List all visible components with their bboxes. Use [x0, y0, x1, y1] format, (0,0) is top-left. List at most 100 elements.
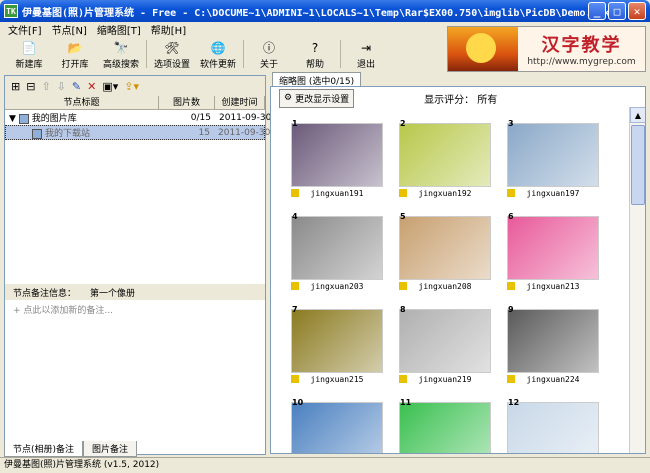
thumbnail-caption: jingxuan197: [526, 189, 580, 198]
tools-icon: 🛠: [164, 40, 180, 55]
thumbnail-caption: jingxuan215: [310, 375, 364, 384]
thumbnail-caption: jingxuan208: [418, 282, 472, 291]
logo-title: 汉字教学: [541, 35, 622, 56]
thumbnail-image[interactable]: [291, 216, 383, 280]
move-up-icon[interactable]: ⇧: [41, 80, 50, 93]
note-value: 第一个像册: [90, 288, 136, 299]
thumbnail-number: 3: [508, 119, 514, 128]
logo-url: http://www.mygrep.com: [527, 57, 636, 67]
help-button[interactable]: ? 帮助: [292, 37, 338, 71]
thumbnail-item[interactable]: 7 jingxuan215: [285, 303, 389, 391]
thumbnail-panel: ⚙ 更改显示设置 显示评分： 所有 1 jingxuan191 2 jingxuan19…: [270, 86, 646, 454]
help-icon: ?: [311, 40, 319, 55]
thumbnail-number: 11: [400, 398, 412, 407]
thumbnail-image[interactable]: [507, 123, 599, 187]
scroll-up-icon[interactable]: ▲: [630, 107, 645, 123]
thumbnail-number: 9: [508, 305, 514, 314]
expand-icon[interactable]: ⊞: [11, 80, 20, 93]
exit-icon: ⇥: [360, 40, 372, 55]
menu-thumbnail[interactable]: 缩略图[T]: [97, 22, 141, 37]
thumbnail-image[interactable]: [291, 402, 383, 453]
binoculars-icon: 🔭: [113, 40, 129, 55]
thumbnail-item[interactable]: 4 jingxuan203: [285, 210, 389, 298]
thumbnail-number: 2: [400, 119, 406, 128]
note-header: 节点备注信息： 第一个像册: [5, 284, 265, 300]
tab-node-note[interactable]: 节点(相册)备注: [4, 441, 84, 457]
update-button[interactable]: 🌐 软件更新: [195, 37, 241, 71]
advanced-search-button[interactable]: 🔭 高级搜索: [98, 37, 144, 71]
thumbnail-item[interactable]: 3 jingxuan197: [501, 117, 605, 205]
thumbnail-number: 6: [508, 212, 514, 221]
thumbnail-number: 4: [292, 212, 298, 221]
new-file-icon: 📄: [21, 40, 37, 55]
thumbnail-image[interactable]: [399, 216, 491, 280]
thumbnail-item[interactable]: 2 jingxuan192: [393, 117, 497, 205]
options-button[interactable]: 🛠 选项设置: [149, 37, 195, 71]
exit-button[interactable]: ⇥ 退出: [343, 37, 389, 71]
display-rating: 显示评分： 所有: [424, 94, 498, 106]
globe-icon: 🌐: [210, 40, 226, 55]
node-panel: ⊞ ⊟ ⇧ ⇩ ✎ ✕ ▣▾ ⇪▾ 节点标题 图片数 创建时间 ▼ 我的图片库 …: [4, 75, 271, 455]
new-library-button[interactable]: 📄 新建库: [6, 37, 52, 71]
library-icon: [18, 113, 29, 124]
thumbnail-image[interactable]: [291, 309, 383, 373]
thumbnail-caption: jingxuan191: [310, 189, 364, 198]
col-count[interactable]: 图片数: [159, 96, 215, 109]
add-note-field[interactable]: + 点此以添加新的备注...: [5, 300, 265, 319]
status-bar: 伊曼基图(照)片管理系统 (v1.5, 2012): [0, 457, 650, 473]
thumbnail-image[interactable]: [399, 123, 491, 187]
collapse-icon[interactable]: ⊟: [26, 80, 35, 93]
vertical-scrollbar[interactable]: ▲: [629, 107, 645, 453]
thumbnail-item[interactable]: 6 jingxuan213: [501, 210, 605, 298]
thumbnail-image[interactable]: [291, 123, 383, 187]
open-folder-icon: 📂: [67, 40, 83, 55]
node-toolbar: ⊞ ⊟ ⇧ ⇩ ✎ ✕ ▣▾ ⇪▾: [5, 76, 265, 96]
scroll-thumb[interactable]: [631, 125, 645, 205]
thumbnail-item[interactable]: 10: [285, 396, 389, 453]
thumbnail-caption: jingxuan192: [418, 189, 472, 198]
title-bar: TK 伊曼基图(照)片管理系统 - Free - C:\DOCUME~1\ADM…: [0, 0, 650, 22]
tab-image-note[interactable]: 图片备注: [83, 441, 138, 457]
thumbnail-image[interactable]: [507, 309, 599, 373]
thumbnail-item[interactable]: 12: [501, 396, 605, 453]
tree-row-root[interactable]: ▼ 我的图片库 0/15 2011-09-30: [5, 110, 271, 125]
thumbnail-number: 1: [292, 119, 298, 128]
thumbnail-item[interactable]: 5 jingxuan208: [393, 210, 497, 298]
thumbnail-image[interactable]: [507, 402, 599, 453]
about-button[interactable]: ⓘ 关于: [246, 37, 292, 71]
minimize-button[interactable]: _: [588, 2, 606, 20]
tree-row-selected[interactable]: 我的下载站 15 2011-09-30: [5, 125, 270, 140]
brand-logo[interactable]: 汉字教学 http://www.mygrep.com: [447, 26, 646, 72]
main-toolbar: 📄 新建库 📂 打开库 🔭 高级搜索 🛠 选项设置 🌐 软件更新 ⓘ 关于 ? 帮助 ⇥ 退出: [0, 37, 445, 73]
edit-icon[interactable]: ✎: [72, 80, 81, 93]
col-date[interactable]: 创建时间: [215, 96, 265, 109]
thumbnail-image[interactable]: [399, 402, 491, 453]
col-title[interactable]: 节点标题: [5, 96, 159, 109]
tree-header: 节点标题 图片数 创建时间: [5, 96, 265, 110]
thumbnail-item[interactable]: 9 jingxuan224: [501, 303, 605, 391]
menu-file[interactable]: 文件[F]: [8, 22, 42, 37]
collapse-arrow-icon[interactable]: ▼: [9, 114, 19, 124]
close-button[interactable]: ✕: [628, 2, 646, 20]
menu-help[interactable]: 帮助[H]: [151, 22, 186, 37]
bottom-tabs: 节点(相册)备注 图片备注: [4, 441, 138, 457]
maximize-button[interactable]: □: [608, 2, 626, 20]
thumbnail-image[interactable]: [399, 309, 491, 373]
export-menu-icon[interactable]: ⇪▾: [124, 80, 139, 93]
window-title: 伊曼基图(照)片管理系统 - Free - C:\DOCUME~1\ADMINI…: [22, 7, 610, 19]
thumbnail-number: 5: [400, 212, 406, 221]
album-icon: [32, 128, 42, 139]
open-library-button[interactable]: 📂 打开库: [52, 37, 98, 71]
delete-icon[interactable]: ✕: [87, 80, 96, 93]
thumbnail-item[interactable]: 1 jingxuan191: [285, 117, 389, 205]
settings-icon: ⚙: [284, 93, 293, 103]
thumbnail-item[interactable]: 11: [393, 396, 497, 453]
image-menu-icon[interactable]: ▣▾: [102, 80, 118, 93]
info-icon: ⓘ: [262, 41, 275, 55]
thumbnail-image[interactable]: [507, 216, 599, 280]
menu-node[interactable]: 节点[N]: [52, 22, 87, 37]
thumbnail-number: 12: [508, 398, 520, 407]
thumbnail-item[interactable]: 8 jingxuan219: [393, 303, 497, 391]
move-down-icon[interactable]: ⇩: [57, 80, 66, 93]
change-display-button[interactable]: ⚙ 更改显示设置: [279, 88, 355, 108]
